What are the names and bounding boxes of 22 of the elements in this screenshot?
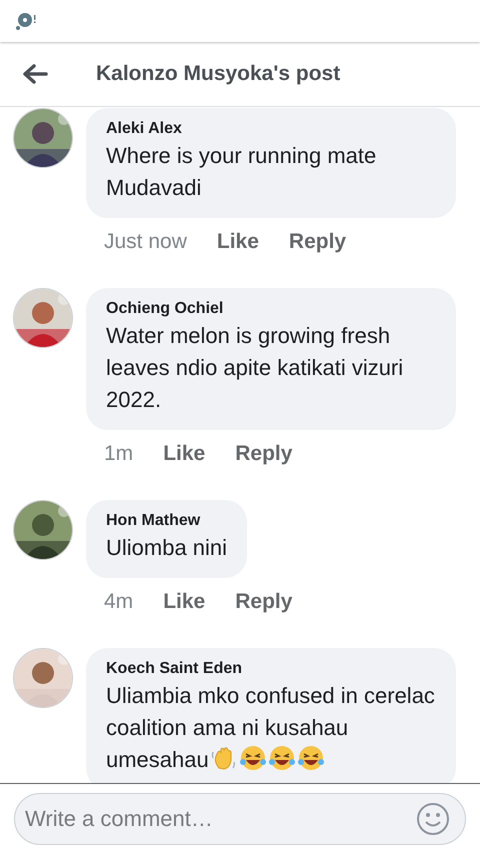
comment-author[interactable]: Ochieng Ochiel	[106, 300, 436, 318]
emoji-button[interactable]	[416, 802, 450, 836]
reply-link[interactable]: Reply	[235, 590, 292, 614]
back-arrow-icon	[22, 63, 48, 85]
comment-text: Uliomba nini	[106, 535, 228, 560]
comment-author[interactable]: Aleki Alex	[106, 120, 436, 138]
page-title: Kalonzo Musyoka's post	[96, 62, 340, 86]
like-link[interactable]: Like	[163, 590, 206, 614]
reply-link[interactable]: Reply	[288, 230, 346, 254]
comment-time: 1m	[104, 442, 134, 466]
reply-link[interactable]: Reply	[235, 442, 292, 466]
comment-author[interactable]: Hon Mathew	[106, 512, 228, 530]
notification-icon	[15, 11, 37, 31]
comment-text: Uliambia mko confused in cerelac coalition ama ni kusahau umesahau	[106, 683, 435, 772]
comment-author[interactable]: Koech Saint Eden	[106, 660, 436, 678]
comment-time: 4m	[104, 590, 134, 614]
comment-time: Just now	[104, 230, 187, 254]
comment-text: Where is your running mate Mudavadi	[106, 143, 376, 200]
like-link[interactable]: Like	[216, 230, 259, 254]
comment-field[interactable]: Write a comment…	[14, 793, 466, 845]
comment-text: Water melon is growing fresh leaves ndio apite katikati vizuri 2022.	[106, 323, 404, 412]
like-link[interactable]: Like	[163, 442, 206, 466]
